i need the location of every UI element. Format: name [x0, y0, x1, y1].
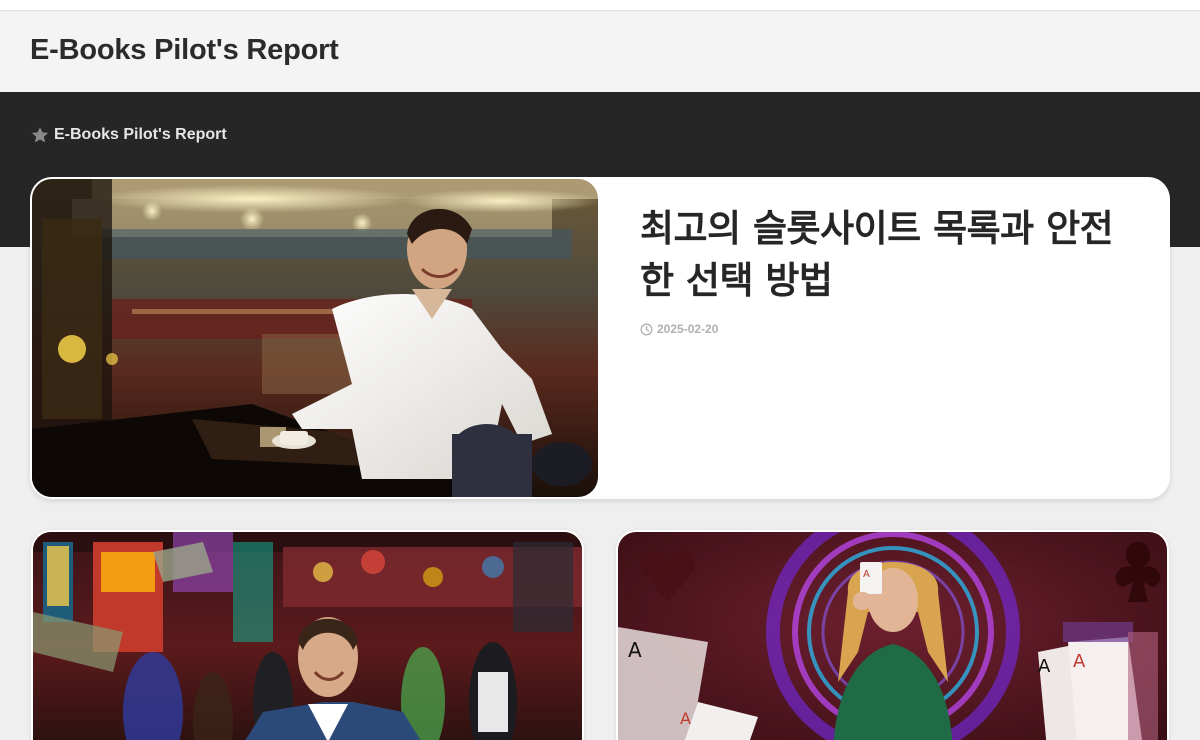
featured-post-image[interactable]	[32, 179, 598, 497]
card-letter: A	[680, 709, 691, 728]
card-letter: A	[1038, 656, 1051, 677]
post-meta: 2025-02-20	[640, 322, 718, 336]
site-title-link[interactable]: E-Books Pilot's Report	[30, 34, 339, 67]
site-header: E-Books Pilot's Report	[0, 12, 1200, 92]
post-card[interactable]	[31, 530, 584, 740]
cards-woman-photo: A A A A A	[618, 532, 1167, 740]
featured-post-card[interactable]: 최고의 슬롯사이트 목록과 안전한 선택 방법 2025-02-20	[30, 177, 1170, 499]
post-date: 2025-02-20	[657, 322, 719, 336]
post-card-image[interactable]: A A A A A	[618, 532, 1167, 740]
card-letter: A	[628, 638, 642, 662]
breadcrumb-label[interactable]: E-Books Pilot's Report	[54, 126, 227, 144]
top-border	[0, 0, 1200, 11]
post-card-image[interactable]	[33, 532, 582, 740]
post-card[interactable]: A A A A A	[616, 530, 1169, 740]
breadcrumb[interactable]: E-Books Pilot's Report	[30, 125, 227, 145]
featured-post-title[interactable]: 최고의 슬롯사이트 목록과 안전한 선택 방법	[640, 203, 1140, 307]
casino-bar-photo	[32, 179, 598, 497]
card-letter: A	[1073, 651, 1086, 672]
casino-slots-photo	[33, 532, 582, 740]
star-icon	[31, 127, 49, 143]
card-letter: A	[863, 569, 870, 580]
clock-icon	[640, 323, 653, 335]
